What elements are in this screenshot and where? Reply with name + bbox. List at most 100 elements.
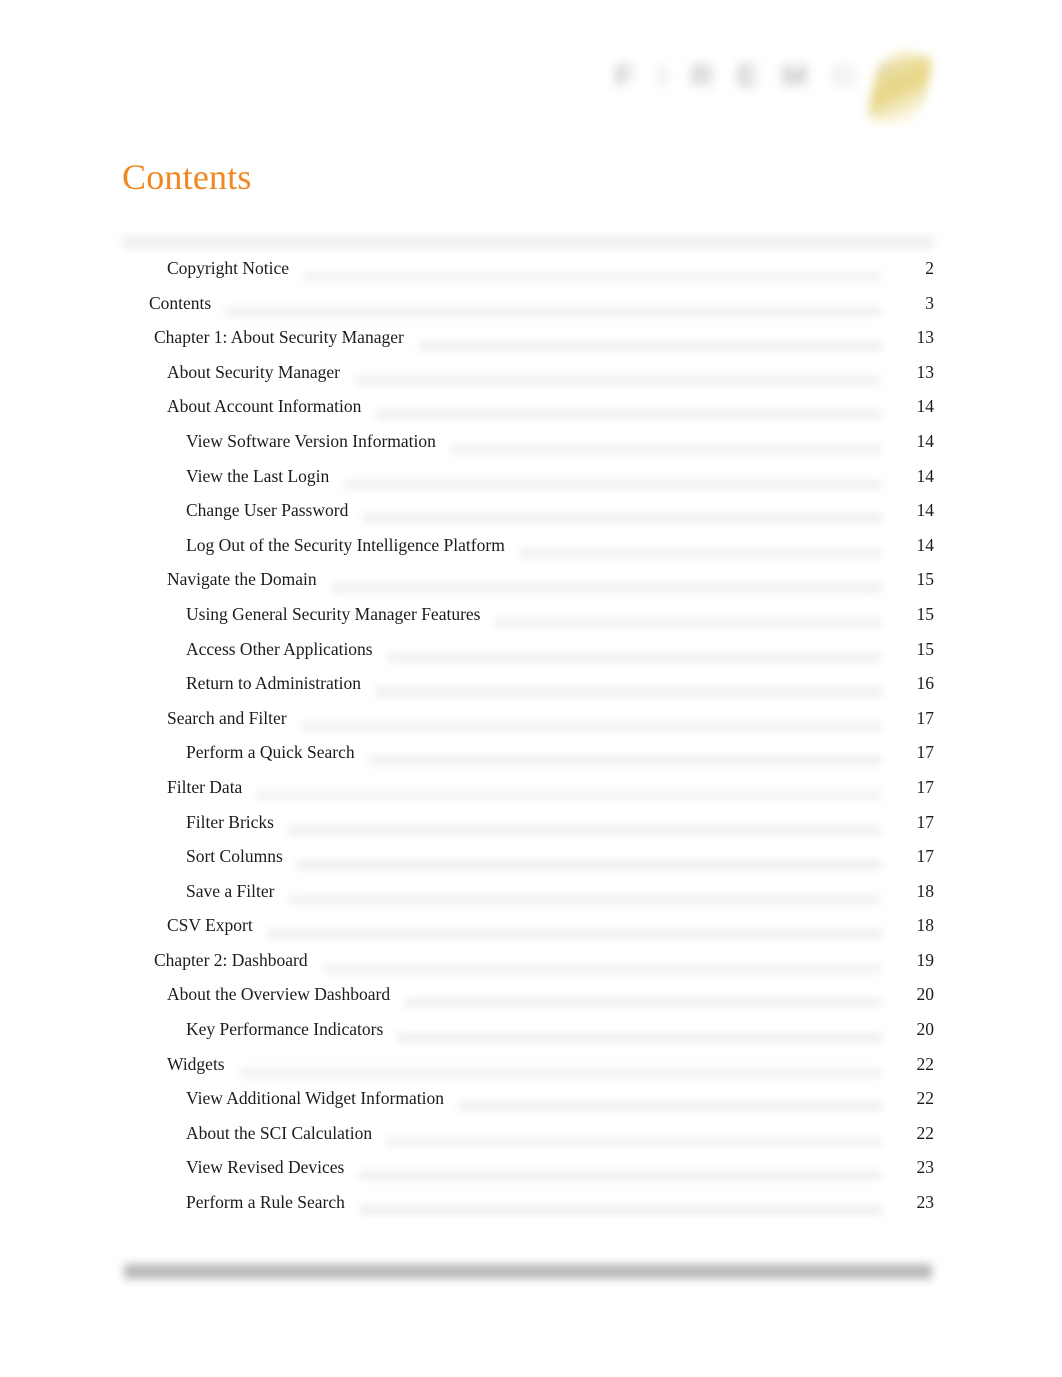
toc-entry[interactable]: About the Overview Dashboard 20 (122, 984, 934, 1019)
toc-entry-label: Search and Filter (122, 707, 295, 729)
toc-entry-label: Key Performance Indicators (122, 1019, 392, 1041)
toc-entry-label: Return to Administration (122, 673, 369, 695)
firemon-logo: F I R E M O N (615, 46, 955, 129)
table-of-contents: Copyright Notice 2 Contents 3 Chapter 1: Abo… (122, 236, 934, 1227)
toc-entry-page-number: 14 (887, 465, 934, 487)
toc-entry-page-number: 23 (887, 1192, 934, 1214)
toc-entry-label: About the Overview Dashboard (122, 984, 399, 1006)
toc-entry-page-number: 2 (887, 258, 934, 279)
toc-entry-page-number: 22 (887, 1122, 934, 1144)
toc-entry-list: Copyright Notice 2 Contents 3 Chapter 1: Abo… (122, 236, 934, 1227)
toc-entry[interactable]: Perform a Quick Search 17 (122, 742, 934, 777)
toc-entry-page-number: 17 (887, 811, 934, 833)
toc-entry-page-number: 22 (887, 1088, 934, 1110)
toc-entry-page-number: 17 (887, 707, 934, 729)
logo-letter-r: R (690, 58, 715, 93)
toc-entry[interactable]: Filter Data 17 (122, 776, 934, 812)
toc-entry[interactable]: Widgets 22 (122, 1053, 934, 1089)
toc-entry-label: Navigate the Domain (122, 569, 325, 591)
toc-entry[interactable]: Navigate the Domain 15 (122, 569, 934, 604)
toc-entry[interactable]: Perform a Rule Search 23 (122, 1192, 934, 1227)
toc-leader-dots (368, 755, 882, 767)
logo-letter-o: O (831, 58, 858, 93)
toc-entry[interactable]: About the SCI Calculation 22 (122, 1122, 934, 1158)
toc-entry-page-number: 3 (887, 292, 934, 314)
toc-entry-page-number: 17 (887, 742, 934, 764)
toc-leader-dots (296, 859, 882, 871)
footer-redaction-bar (124, 1264, 932, 1279)
toc-entry-page-number: 14 (887, 534, 934, 556)
toc-leader-dots (288, 893, 882, 905)
toc-entry-page-number: 14 (887, 430, 934, 452)
page-title: Contents (122, 157, 252, 197)
toc-entry-page-number: 20 (887, 984, 934, 1006)
logo-letter-i: I (657, 58, 669, 93)
toc-entry-page-number: 15 (887, 638, 934, 660)
toc-entry-label: Chapter 1: About Security Manager (122, 327, 412, 349)
toc-leader-dots (358, 1205, 882, 1217)
toc-entry-label: Copyright Notice (122, 258, 297, 279)
toc-entry-page-number: 22 (887, 1053, 934, 1075)
toc-leader-dots (300, 720, 882, 732)
toc-leader-dots (449, 443, 882, 455)
logo-letter-m: M (781, 58, 810, 93)
toc-entry-label: Access Other Applications (122, 638, 381, 660)
toc-entry[interactable]: Using General Security Manager Features 1… (122, 603, 934, 639)
toc-leader-dots (386, 1135, 882, 1147)
toc-entry-label: View Revised Devices (122, 1157, 353, 1179)
toc-entry[interactable]: CSV Export 18 (122, 915, 934, 950)
toc-entry-page-number: 23 (887, 1157, 934, 1179)
toc-entry-page-number: 20 (887, 1019, 934, 1041)
toc-entry[interactable]: Search and Filter 17 (122, 707, 934, 743)
toc-entry-label: Filter Bricks (122, 811, 282, 833)
toc-leader-dots (494, 616, 882, 628)
toc-entry[interactable]: Copyright Notice 2 (122, 258, 934, 293)
toc-leader-dots (354, 374, 882, 386)
toc-entry-page-number: 18 (887, 880, 934, 902)
toc-entry-label: Using General Security Manager Features (122, 603, 489, 625)
toc-entry-page-number: 13 (887, 327, 934, 349)
toc-leader-dots (362, 513, 882, 525)
toc-leader-dots (303, 271, 882, 282)
toc-entry-label: CSV Export (122, 915, 261, 937)
toc-leader-dots (330, 582, 882, 594)
toc-leader-dots (238, 1066, 882, 1078)
toc-entry[interactable]: View Software Version Information 14 (122, 430, 934, 466)
toc-entry-label: Perform a Rule Search (122, 1192, 353, 1214)
toc-entry[interactable]: Chapter 2: Dashboard 19 (122, 949, 934, 985)
toc-entry[interactable]: Return to Administration 16 (122, 673, 934, 708)
toc-entry-page-number: 19 (887, 949, 934, 971)
toc-leader-dots (343, 478, 882, 490)
toc-entry-label: Sort Columns (122, 846, 291, 868)
toc-entry-page-number: 17 (887, 846, 934, 868)
toc-entry[interactable]: Change User Password 14 (122, 500, 934, 535)
document-page: F I R E M O N Contents Copyright Notice 2… (0, 0, 1062, 1377)
toc-entry[interactable]: About Security Manager 13 (122, 361, 934, 397)
toc-entry-label: About Security Manager (122, 361, 349, 383)
toc-entry-label: Perform a Quick Search (122, 742, 363, 764)
toc-entry[interactable]: Sort Columns 17 (122, 846, 934, 881)
toc-entry[interactable]: Filter Bricks 17 (122, 811, 934, 847)
toc-entry[interactable]: Save a Filter 18 (122, 880, 934, 916)
toc-entry[interactable]: Log Out of the Security Intelligence Pla… (122, 534, 934, 570)
toc-entry-page-number: 15 (887, 569, 934, 591)
toc-entry[interactable]: About Account Information 14 (122, 396, 934, 431)
toc-entry-label: View the Last Login (122, 465, 338, 487)
toc-leader-dots (358, 1170, 882, 1182)
toc-entry[interactable]: View the Last Login 14 (122, 465, 934, 501)
toc-entry[interactable]: Access Other Applications 15 (122, 638, 934, 674)
toc-entry-label: View Additional Widget Information (122, 1088, 452, 1110)
toc-entry-label: Filter Data (122, 776, 251, 798)
toc-entry[interactable]: Key Performance Indicators 20 (122, 1019, 934, 1054)
toc-entry-page-number: 18 (887, 915, 934, 937)
toc-entry[interactable]: Contents 3 (122, 292, 934, 328)
toc-entry[interactable]: View Additional Widget Information 22 (122, 1088, 934, 1123)
toc-entry[interactable]: View Revised Devices 23 (122, 1157, 934, 1192)
toc-leader-dots (266, 928, 882, 940)
toc-leader-dots (256, 789, 882, 801)
toc-leader-dots (375, 686, 882, 698)
toc-leader-dots (225, 305, 882, 317)
toc-entry-page-number: 14 (887, 500, 934, 522)
toc-entry[interactable]: Chapter 1: About Security Manager 13 (122, 327, 934, 362)
toc-leader-dots (457, 1101, 882, 1113)
